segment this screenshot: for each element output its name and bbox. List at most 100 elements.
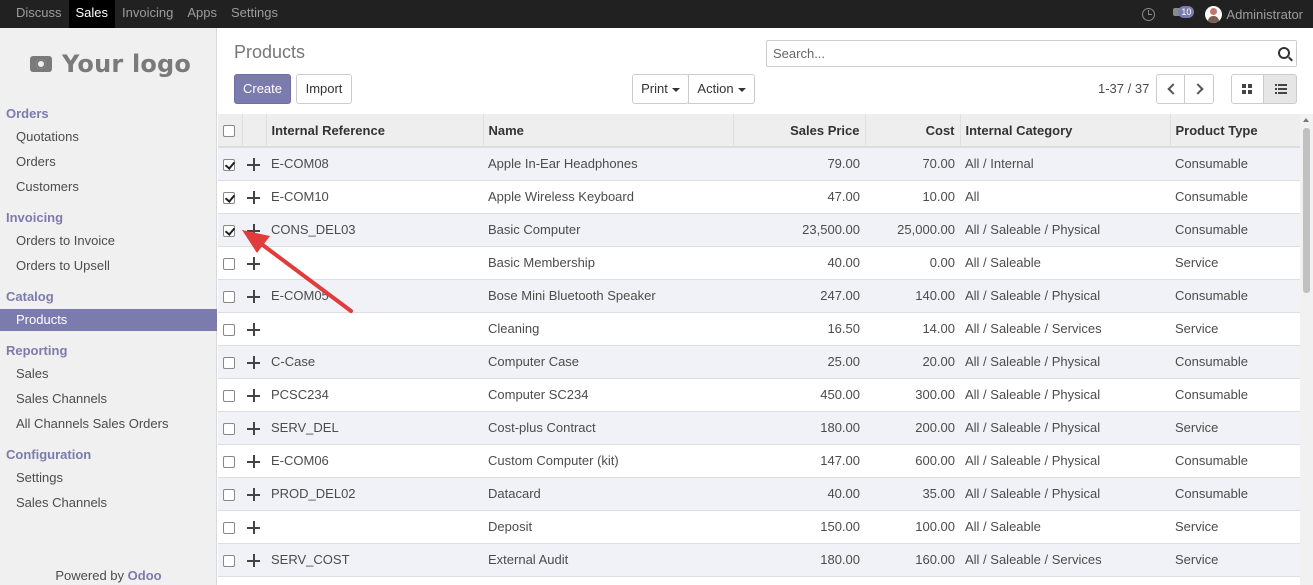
cell-ref: SERV_COST	[266, 542, 483, 576]
row-select-cell	[218, 245, 242, 279]
table-row[interactable]: Cleaning 16.50 14.00 All / Saleable / Servi…	[218, 311, 1300, 345]
pager-value[interactable]: 1-37 / 37	[1098, 81, 1149, 96]
sidebar-item-sales-channels[interactable]: Sales Channels	[0, 388, 217, 410]
sidebar-item-orders-to-upsell[interactable]: Orders to Upsell	[0, 255, 217, 277]
drag-handle-icon[interactable]	[247, 554, 260, 568]
row-checkbox[interactable]	[223, 554, 235, 567]
col-name[interactable]: Name	[483, 114, 734, 148]
cell-cost: 300.00	[865, 377, 960, 411]
drag-handle-icon[interactable]	[247, 323, 260, 337]
row-checkbox[interactable]	[223, 257, 235, 270]
table-row[interactable]: SERV_DEL Cost-plus Contract 180.00 200.00 Al…	[218, 410, 1300, 444]
sidebar-item-config-sales-channels[interactable]: Sales Channels	[0, 492, 217, 514]
scroll-up-arrow-icon[interactable]	[1303, 118, 1309, 122]
import-button[interactable]: Import	[296, 74, 352, 104]
table-row[interactable]: E-COM05 Bose Mini Bluetooth Speaker 247.00…	[218, 278, 1300, 312]
menu-settings[interactable]: Settings	[224, 0, 285, 28]
drag-handle-icon[interactable]	[247, 389, 260, 403]
company-logo[interactable]: Your logo	[30, 50, 191, 78]
table-row[interactable]: C-Case Computer Case 25.00 20.00 All / Salea…	[218, 344, 1300, 378]
col-sales-price[interactable]: Sales Price	[733, 114, 866, 148]
row-checkbox[interactable]	[223, 356, 235, 369]
action-dropdown[interactable]: Action	[688, 74, 755, 104]
menu-invoicing[interactable]: Invoicing	[115, 0, 180, 28]
row-checkbox[interactable]	[223, 521, 235, 534]
cell-type: Service	[1170, 245, 1300, 279]
drag-handle-icon[interactable]	[247, 224, 260, 238]
row-checkbox[interactable]	[223, 422, 235, 435]
cell-type: Consumable	[1170, 377, 1300, 411]
table-row[interactable]	[218, 575, 1300, 585]
row-checkbox[interactable]	[223, 158, 235, 171]
row-checkbox[interactable]	[223, 290, 235, 303]
drag-handle-icon[interactable]	[247, 422, 260, 436]
table-row[interactable]: E-COM06 Custom Computer (kit) 147.00 600.00…	[218, 443, 1300, 477]
col-internal-reference[interactable]: Internal Reference	[266, 114, 484, 148]
sidebar-item-sales[interactable]: Sales	[0, 363, 217, 385]
user-avatar[interactable]	[1205, 5, 1223, 23]
pager-next-button[interactable]	[1184, 74, 1214, 104]
row-handle-cell	[242, 179, 266, 213]
cell-name: Computer Case	[483, 344, 733, 378]
cell-cost: 35.00	[865, 476, 960, 510]
messages-button[interactable]: 10	[1173, 5, 1195, 23]
menu-sales[interactable]: Sales	[68, 0, 116, 28]
cell-ref: PROD_DEL02	[266, 476, 483, 510]
row-checkbox[interactable]	[223, 389, 235, 402]
row-select-cell	[218, 542, 242, 576]
vertical-scrollbar[interactable]	[1300, 114, 1313, 585]
kanban-view-button[interactable]	[1231, 74, 1264, 104]
sidebar-item-all-channels-sales-orders[interactable]: All Channels Sales Orders	[0, 413, 217, 435]
col-internal-category[interactable]: Internal Category	[960, 114, 1171, 148]
drag-handle-icon[interactable]	[247, 488, 260, 502]
user-menu[interactable]: Administrator	[1226, 7, 1303, 22]
table-row[interactable]: Basic Membership 40.00 0.00 All / Saleable S…	[218, 245, 1300, 279]
sidebar-item-quotations[interactable]: Quotations	[0, 126, 217, 148]
menu-discuss[interactable]: Discuss	[0, 0, 69, 28]
cell-name: Custom Computer (kit)	[483, 443, 733, 477]
col-cost[interactable]: Cost	[865, 114, 961, 148]
create-button[interactable]: Create	[234, 74, 291, 104]
drag-handle-icon[interactable]	[247, 455, 260, 469]
list-view-button[interactable]	[1263, 74, 1297, 104]
table-row[interactable]: SERV_COST External Audit 180.00 160.00 All /…	[218, 542, 1300, 576]
drag-handle-icon[interactable]	[247, 257, 260, 271]
table-row[interactable]: CONS_DEL03 Basic Computer 23,500.00 25,000.…	[218, 212, 1300, 246]
table-row[interactable]: PCSC234 Computer SC234 450.00 300.00 All / S…	[218, 377, 1300, 411]
cell-cost: 140.00	[865, 278, 960, 312]
search-input[interactable]	[767, 41, 1267, 66]
row-select-cell	[218, 575, 242, 585]
pager-previous-button[interactable]	[1156, 74, 1185, 104]
row-checkbox[interactable]	[223, 488, 235, 501]
row-checkbox[interactable]	[223, 191, 235, 204]
sidebar-item-settings[interactable]: Settings	[0, 467, 217, 489]
row-checkbox[interactable]	[223, 323, 235, 336]
drag-handle-icon[interactable]	[247, 158, 260, 172]
table-row[interactable]: Deposit 150.00 100.00 All / Saleable Service	[218, 509, 1300, 543]
row-handle-cell	[242, 212, 266, 246]
select-all-checkbox[interactable]	[223, 125, 235, 138]
table-row[interactable]: PROD_DEL02 Datacard 40.00 35.00 All / Saleab…	[218, 476, 1300, 510]
sidebar-item-orders[interactable]: Orders	[0, 151, 217, 173]
sidebar-item-orders-to-invoice[interactable]: Orders to Invoice	[0, 230, 217, 252]
print-dropdown[interactable]: Print	[632, 74, 689, 104]
col-product-type[interactable]: Product Type	[1170, 114, 1300, 148]
activity-clock-icon[interactable]	[1142, 7, 1156, 21]
table-row[interactable]: E-COM10 Apple Wireless Keyboard 47.00 10.00…	[218, 179, 1300, 213]
row-checkbox[interactable]	[223, 455, 235, 468]
drag-handle-icon[interactable]	[247, 290, 260, 304]
sidebar-item-products[interactable]: Products	[0, 309, 217, 331]
list-icon	[1275, 84, 1287, 94]
cell-cost: 160.00	[865, 542, 960, 576]
search-box	[766, 40, 1297, 67]
sidebar-item-customers[interactable]: Customers	[0, 176, 217, 198]
drag-handle-icon[interactable]	[247, 356, 260, 370]
menu-apps[interactable]: Apps	[180, 0, 224, 28]
search-icon[interactable]	[1278, 47, 1290, 59]
table-row[interactable]: E-COM08 Apple In-Ear Headphones 79.00 70.00…	[218, 146, 1300, 180]
drag-handle-icon[interactable]	[247, 521, 260, 535]
row-checkbox[interactable]	[223, 224, 235, 237]
scrollbar-thumb[interactable]	[1303, 128, 1310, 293]
drag-handle-icon[interactable]	[247, 191, 260, 205]
odoo-link[interactable]: Odoo	[128, 568, 162, 583]
